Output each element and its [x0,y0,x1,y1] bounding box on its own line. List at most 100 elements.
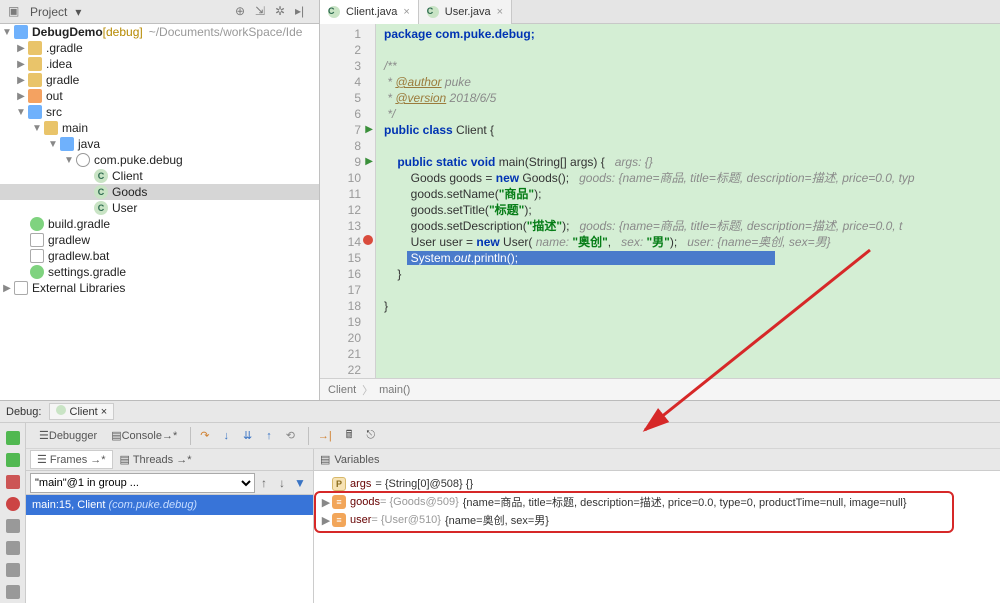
debug-title: Debug: [6,406,41,418]
mute-bp-icon[interactable] [6,519,20,533]
folder-icon [28,73,42,87]
chevron-down-icon[interactable]: ▼ [48,139,58,150]
class-icon [56,405,66,415]
frames-tab[interactable]: ☰ Frames →* [30,450,113,469]
editor-gutter[interactable]: 123456 7▶ 8 9▶ 10111213 14 1516171819202… [320,24,376,378]
chevron-right-icon[interactable]: ▶ [16,75,26,86]
hide-icon[interactable]: ▸| [295,4,311,20]
trace-icon[interactable]: ⎋ [361,427,380,445]
debugger-tab[interactable]: ☰ Debugger [34,427,102,445]
code-editor[interactable]: 123456 7▶ 8 9▶ 10111213 14 1516171819202… [320,24,1000,378]
code-body[interactable]: package com.puke.debug; /** * @author pu… [376,24,1000,378]
chevron-down-icon[interactable]: ▼ [2,27,12,38]
tab-label: Client.java [346,6,397,18]
code-line: /** [384,59,397,73]
variable-row[interactable]: ▶≡user = {User@510} {name=奥创, sex=男} [320,511,994,529]
tree-item[interactable]: gradle [46,73,79,87]
stop-icon[interactable] [6,475,20,489]
tree-item[interactable]: com.puke.debug [94,153,183,167]
variables-body[interactable]: Pargs = {String[0]@508} {} ▶≡goods = {Go… [314,471,1000,603]
close-icon[interactable]: × [403,6,409,18]
frame-item[interactable]: main:15, Client (com.puke.debug) [26,495,313,515]
chevron-down-icon[interactable]: ▼ [16,107,26,118]
run-to-cursor-icon[interactable]: →| [313,427,337,445]
chevron-right-icon[interactable]: ▶ [16,43,26,54]
chevron-right-icon[interactable]: ▶ [320,496,332,509]
step-out-icon[interactable]: ↑ [261,427,277,445]
variable-row[interactable]: ▶≡goods = {Goods@509} {name=商品, title=标题… [320,493,994,511]
breadcrumb-item[interactable]: Client [328,384,356,396]
tree-item[interactable]: java [78,137,100,151]
prev-frame-icon[interactable]: ↑ [256,476,272,490]
class-icon: C [427,6,439,18]
pin-icon[interactable] [6,585,20,599]
settings-icon[interactable] [6,563,20,577]
tab-user[interactable]: CUser.java× [419,0,512,24]
thread-select[interactable]: "main"@1 in group ... [30,473,255,493]
gear-icon[interactable]: ✲ [275,4,291,20]
tree-item[interactable]: .idea [46,57,72,71]
frames-list[interactable]: main:15, Client (com.puke.debug) [26,495,313,603]
project-label[interactable]: Project [26,5,71,19]
force-step-into-icon[interactable]: ⇊ [238,427,257,445]
tree-item[interactable]: gradlew [48,233,90,247]
chevron-down-icon[interactable]: ▼ [32,123,42,134]
code-line: package com.puke.debug; [384,27,535,41]
collapse-icon[interactable]: ⇲ [255,4,271,20]
tree-item[interactable]: out [46,89,63,103]
chevron-down-icon[interactable]: ▼ [64,155,74,166]
breakpoints-icon[interactable] [6,497,20,511]
breadcrumb[interactable]: Client 〉 main() [320,378,1000,400]
run-gutter-icon[interactable]: ▶ [365,122,373,138]
debug-toolbar: ☰ Debugger ▤ Console →* ↷ ↓ ⇊ ↑ ⟲ →| 🖩 ⎋ [26,423,1000,449]
tree-item[interactable]: External Libraries [32,281,125,295]
chevron-right-icon[interactable]: ▶ [320,514,332,527]
src-folder-icon [60,137,74,151]
next-frame-icon[interactable]: ↓ [274,476,290,490]
chevron-right-icon[interactable]: ▶ [16,91,26,102]
tree-item[interactable]: main [62,121,88,135]
evaluate-icon[interactable]: 🖩 [341,427,358,445]
tree-item[interactable]: Client [112,169,143,183]
rerun-icon[interactable] [6,431,20,445]
filter-icon[interactable]: ▼ [292,476,308,490]
chevron-right-icon[interactable]: ▶ [16,59,26,70]
debug-config-tab[interactable]: Client × [49,403,114,420]
step-into-icon[interactable]: ↓ [218,427,234,445]
console-tab[interactable]: ▤ Console →* [106,427,182,445]
threads-tab[interactable]: ▤ Threads →* [113,450,199,469]
tree-item[interactable]: src [46,105,62,119]
project-path: ~/Documents/workSpace/Ide [149,25,303,39]
variable-row[interactable]: Pargs = {String[0]@508} {} [320,475,994,493]
variables-title: Variables [334,454,379,466]
locate-icon[interactable]: ⊕ [235,4,251,20]
resume-icon[interactable] [6,453,20,467]
tree-item[interactable]: settings.gradle [48,265,126,279]
folder-icon [28,41,42,55]
tab-client[interactable]: CClient.java× [320,0,419,24]
param-icon: P [332,477,346,491]
class-icon: C [94,201,108,215]
breadcrumb-item[interactable]: main() [379,384,410,396]
gradle-icon [30,217,44,231]
project-icon: ▣ [8,4,24,20]
tree-item[interactable]: .gradle [46,41,83,55]
debug-left-toolbar [0,423,26,603]
project-tree[interactable]: ▼DebugDemo [debug]~/Documents/workSpace/… [0,24,319,400]
project-root[interactable]: DebugDemo [32,25,103,39]
tree-item[interactable]: build.gradle [48,217,110,231]
drop-frame-icon[interactable]: ⟲ [281,427,300,445]
chevron-right-icon[interactable]: ▶ [2,283,12,294]
project-tool-window: ▣ Project ▾ ⊕ ⇲ ✲ ▸| ▼DebugDemo [debug]~… [0,0,320,400]
tree-item-selected[interactable]: Goods [112,185,147,199]
project-dropdown-chev[interactable]: ▾ [71,5,85,19]
close-icon[interactable]: × [497,6,503,18]
layout-icon[interactable] [6,541,20,555]
tree-item[interactable]: gradlew.bat [48,249,109,263]
run-gutter-icon[interactable]: ▶ [365,154,373,170]
breakpoint-icon[interactable] [363,235,373,245]
variables-panel: ▤Variables Pargs = {String[0]@508} {} ▶≡… [314,449,1000,603]
tree-item[interactable]: User [112,201,137,215]
project-toolbar: ▣ Project ▾ ⊕ ⇲ ✲ ▸| [0,0,319,24]
step-over-icon[interactable]: ↷ [195,427,214,445]
